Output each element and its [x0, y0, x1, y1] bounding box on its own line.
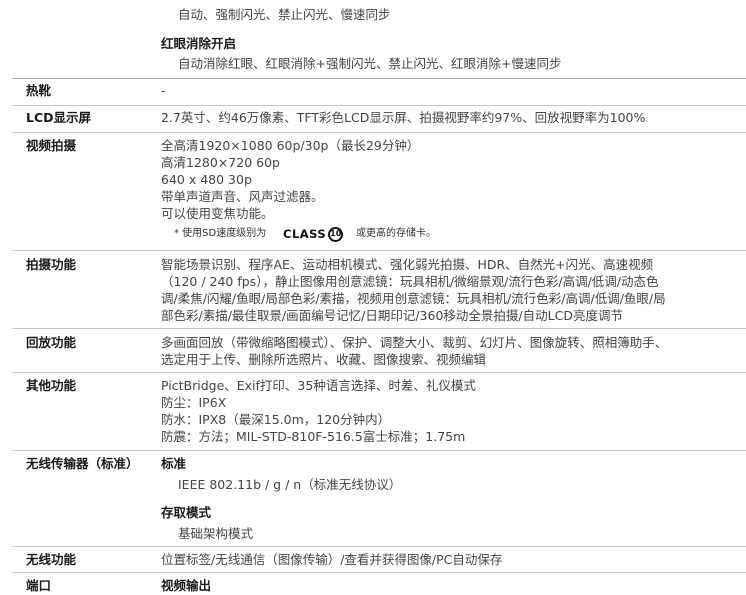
hotshoe-value: - [161, 83, 166, 98]
other-line: PictBridge、Exif打印、35种语言选择、时差、礼仪模式 [161, 378, 476, 393]
class10-logo: CLASS 10 [283, 226, 344, 242]
video-line: 全高清1920×1080 60p/30p（最长29分钟） [161, 138, 420, 153]
other-line: 防尘：IP6X [161, 395, 227, 410]
row-divider [12, 250, 746, 251]
row-divider [12, 105, 746, 106]
class10-word: CLASS [283, 227, 327, 241]
video-line: 640 x 480 30p [161, 172, 252, 187]
row-divider [12, 132, 746, 133]
redeye-title: 红眼消除开启 [161, 36, 237, 51]
other-label: 其他功能 [26, 378, 77, 393]
flash-modes: 自动、强制闪光、禁止闪光、慢速同步 [178, 7, 391, 22]
port-sub-title: 视频输出 [161, 578, 212, 593]
wireless-transmitter-label: 无线传输器（标准） [26, 456, 139, 471]
port-label: 端口 [26, 578, 52, 593]
row-divider [12, 372, 746, 373]
video-note-suffix: 或更高的存储卡。 [356, 228, 436, 239]
other-line: 防震：方法；MIL-STD-810F-516.5富士标准；1.75m [161, 429, 466, 444]
video-line: 带单声道声音、风声过滤器。 [161, 189, 324, 204]
playback-line: 选定用于上传、删除所选照片、收藏、图像搜索、视频编辑 [161, 352, 487, 367]
playback-line: 多画面回放（带微缩略图模式）、保护、调整大小、裁剪、幻灯片、图像旋转、照相簿助手… [161, 335, 668, 350]
wireless-function-value: 位置标签/无线通信（图像传输）/查看并获得图像/PC自动保存 [161, 552, 503, 567]
access-value: 基础架构模式 [178, 526, 254, 541]
row-divider [12, 78, 746, 79]
standard-title: 标准 [161, 456, 187, 471]
shooting-line: 调/柔焦/闪耀/鱼眼/局部色彩/素描，视频用创意滤镜：玩具相机/流行色彩/高调/… [161, 291, 666, 306]
shooting-line: （120 / 240 fps），静止图像用创意滤镜：玩具相机/微缩景观/流行色彩… [161, 274, 659, 289]
redeye-modes: 自动消除红眼、红眼消除+强制闪光、禁止闪光、红眼消除+慢速同步 [178, 56, 562, 71]
video-line: 高清1280×720 60p [161, 155, 280, 170]
lcd-value: 2.7英寸、约46万像素、TFT彩色LCD显示屏、拍摄视野率约97%、回放视野率… [161, 110, 646, 125]
class10-circle-icon: 10 [328, 226, 344, 242]
playback-label: 回放功能 [26, 335, 77, 350]
video-label: 视频拍摄 [26, 138, 77, 153]
spec-table: 自动、强制闪光、禁止闪光、慢速同步 红眼消除开启 自动消除红眼、红眼消除+强制闪… [0, 0, 746, 593]
shooting-line: 智能场景识别、程序AE、运动相机模式、强化弱光拍摄、HDR、自然光+闪光、高速视… [161, 257, 654, 272]
video-note-prefix: * 使用SD速度级别为 [174, 228, 267, 239]
wireless-function-label: 无线功能 [26, 552, 77, 567]
shooting-label: 拍摄功能 [26, 257, 77, 272]
row-divider [12, 572, 746, 573]
video-line: 可以使用变焦功能。 [161, 206, 274, 221]
row-divider [12, 546, 746, 547]
shooting-line: 部色彩/素描/最佳取景/画面编号记忆/日期印记/360移动全景拍摄/自动LCD亮… [161, 308, 623, 323]
other-line: 防水：IPX8（最深15.0m，120分钟内） [161, 412, 391, 427]
standard-value: IEEE 802.11b / g / n（标准无线协议） [178, 477, 402, 492]
lcd-label: LCD显示屏 [26, 110, 92, 125]
row-divider [12, 450, 746, 451]
access-title: 存取模式 [161, 505, 212, 520]
hotshoe-label: 热靴 [26, 83, 52, 98]
row-divider [12, 328, 746, 329]
